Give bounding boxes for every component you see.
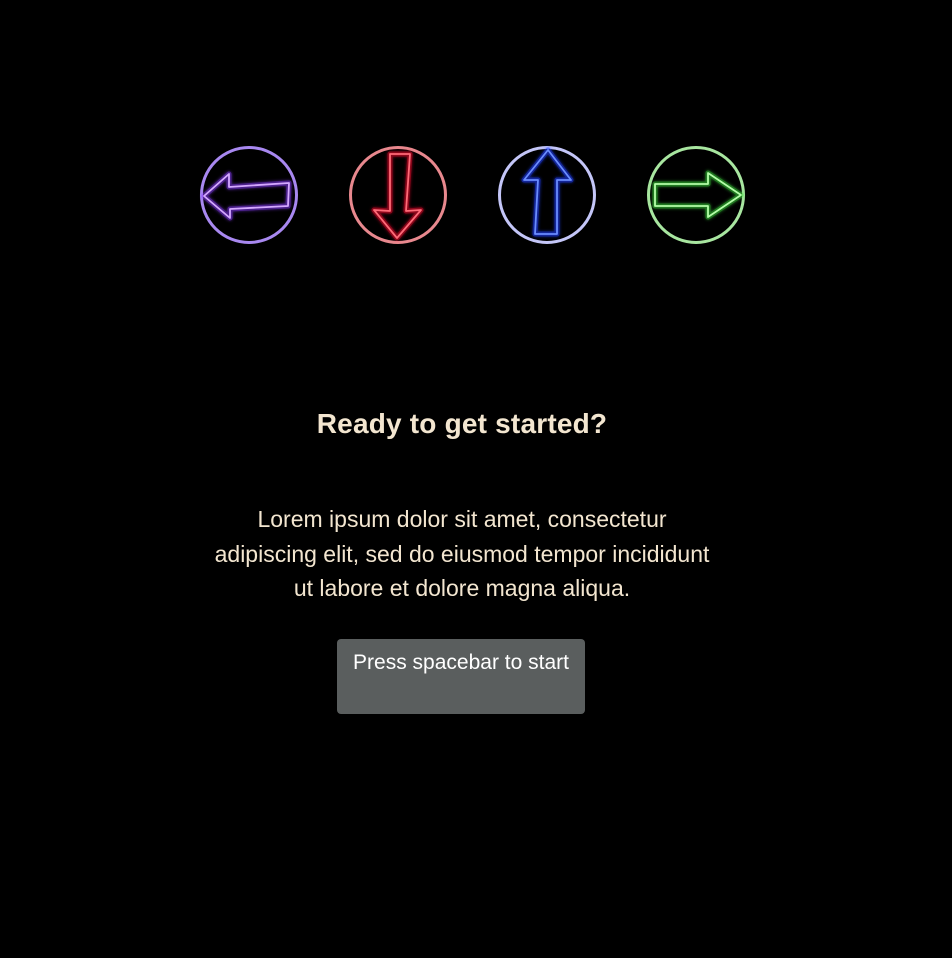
arrow-right-svg xyxy=(647,146,745,244)
arrow-keys-row xyxy=(199,145,747,245)
arrow-left-svg xyxy=(200,146,298,244)
intro-body-text: Lorem ipsum dolor sit amet, consectetur … xyxy=(214,506,710,601)
arrow-down-icon xyxy=(348,145,448,245)
arrow-up-icon xyxy=(497,145,597,245)
intro-title: Ready to get started? xyxy=(316,408,608,439)
start-button[interactable]: Press spacebar to start xyxy=(337,639,585,714)
arrow-right-icon xyxy=(646,145,746,245)
arrow-down-svg xyxy=(349,146,447,244)
arrow-left-icon xyxy=(199,145,299,245)
arrow-up-svg xyxy=(498,146,596,244)
